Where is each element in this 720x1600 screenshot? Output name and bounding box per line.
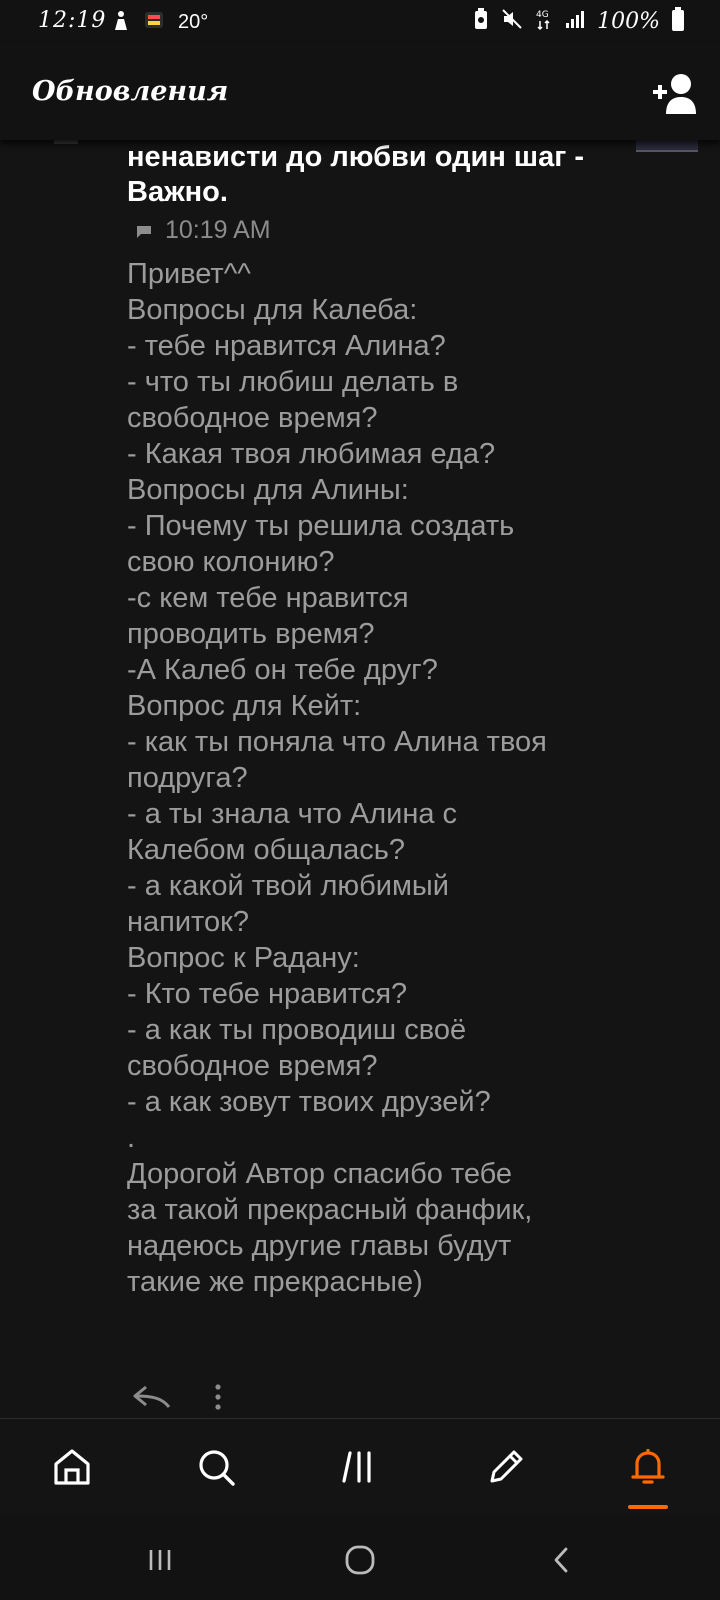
post-body-line: - что ты любиш делать в — [127, 366, 459, 398]
reply-button[interactable] — [132, 1384, 172, 1415]
post-body-line: - Какая твоя любимая еда? — [127, 438, 496, 470]
post-body-line: - Почему ты решила создать — [127, 510, 515, 542]
post-body-line: Калебом общалась? — [127, 834, 405, 866]
post-title[interactable]: ненависти до любви один шаг - Важно. — [127, 140, 627, 210]
avatar[interactable] — [54, 140, 78, 144]
add-friend-button[interactable] — [650, 72, 698, 114]
signal-icon — [565, 9, 585, 34]
post-body-line: Привет^^ — [127, 258, 251, 290]
post-body-line: за такой прекрасный фанфик, — [127, 1194, 533, 1226]
post-body-line: - а какой твой любимый — [127, 870, 449, 902]
pencil-icon — [490, 1450, 523, 1483]
mute-icon — [501, 8, 523, 35]
reply-icon — [133, 1385, 171, 1408]
back-chevron-icon — [554, 1547, 568, 1573]
post-body-line: проводить время? — [127, 618, 375, 650]
status-right-icons: 4G 100% — [473, 6, 684, 36]
recent-apps-button[interactable] — [140, 1540, 180, 1580]
svg-text:4G: 4G — [536, 10, 549, 20]
more-vertical-icon — [215, 1384, 221, 1410]
more-options-button[interactable] — [214, 1384, 222, 1415]
post-body-line: -А Калеб он тебе друг? — [127, 654, 438, 686]
post-body-line: напиток? — [127, 906, 249, 938]
add-user-icon — [653, 74, 696, 114]
post-body-line: Вопросы для Калеба: — [127, 294, 418, 326]
home-circle-icon — [345, 1545, 375, 1575]
post-title-line: Важно. — [127, 176, 228, 208]
system-navigation — [0, 1516, 720, 1600]
post-body-line: Дорогой Автор спасибо тебе — [127, 1158, 513, 1190]
post-body-line: свободное время? — [127, 1050, 378, 1082]
post-body-line: надеюсь другие главы будут — [127, 1230, 512, 1262]
post-body: Привет^^ Вопросы для Калеба: - тебе нравит… — [127, 256, 687, 1300]
post-body-line: Вопрос к Радану: — [127, 942, 360, 974]
post-body-line: Вопросы для Алины: — [127, 474, 409, 506]
search-icon — [199, 1450, 235, 1486]
post-body-line: - а как ты проводиш своё — [127, 1014, 467, 1046]
network-type-icon: 4G — [535, 7, 553, 36]
post-body-line: такие же прекрасные) — [127, 1266, 423, 1298]
bottom-navigation — [0, 1418, 720, 1517]
status-temperature: 20° — [178, 10, 209, 33]
feed-content: ненависти до любви один шаг - Важно. 10:… — [0, 140, 720, 1418]
notification-figure-icon — [112, 10, 130, 35]
active-tab-indicator — [628, 1505, 668, 1509]
nav-search[interactable] — [192, 1443, 240, 1491]
system-back-button[interactable] — [542, 1540, 582, 1580]
status-bar: 12:19 20° 4G 100% — [0, 0, 720, 44]
app-notification-icon — [144, 11, 164, 34]
recent-apps-icon — [149, 1550, 171, 1570]
nav-write[interactable] — [482, 1443, 530, 1491]
page-title: Обновления — [32, 76, 229, 107]
post-title-line: ненависти до любви один шаг - — [127, 141, 585, 173]
status-left-icons: 20° — [112, 10, 208, 34]
library-icon — [342, 1451, 371, 1483]
post-body-line: . — [127, 1122, 136, 1154]
battery-icon — [672, 6, 684, 36]
nav-notifications[interactable] — [624, 1443, 672, 1491]
battery-percent: 100% — [597, 8, 660, 34]
post-body-line: Вопрос для Кейт: — [127, 690, 362, 722]
post-body-line: свою колонию? — [127, 546, 335, 578]
post-body-line: - Кто тебе нравится? — [127, 978, 408, 1010]
bell-icon — [631, 1449, 665, 1484]
story-thumbnail[interactable] — [636, 140, 698, 152]
post-actions — [132, 1384, 222, 1415]
app-header: Обновления — [0, 44, 720, 140]
system-home-button[interactable] — [340, 1540, 380, 1580]
post-body-line: -с кем тебе нравится — [127, 582, 409, 614]
post-meta: 10:19 AM — [137, 216, 271, 245]
post-body-line: - тебе нравится Алина? — [127, 330, 446, 362]
home-icon — [54, 1449, 90, 1485]
post-timestamp: 10:19 AM — [165, 216, 271, 244]
nav-home[interactable] — [48, 1443, 96, 1491]
post-body-line: - а как зовут твоих друзей? — [127, 1086, 491, 1118]
comment-icon — [137, 216, 151, 245]
post-body-line: подруга? — [127, 762, 248, 794]
post-body-line: - как ты поняла что Алина твоя — [127, 726, 547, 758]
nav-library[interactable] — [336, 1443, 384, 1491]
status-time: 12:19 — [38, 8, 107, 33]
post-body-line: свободное время? — [127, 402, 378, 434]
post-body-line: - а ты знала что Алина с — [127, 798, 458, 830]
battery-saver-icon — [473, 7, 489, 35]
